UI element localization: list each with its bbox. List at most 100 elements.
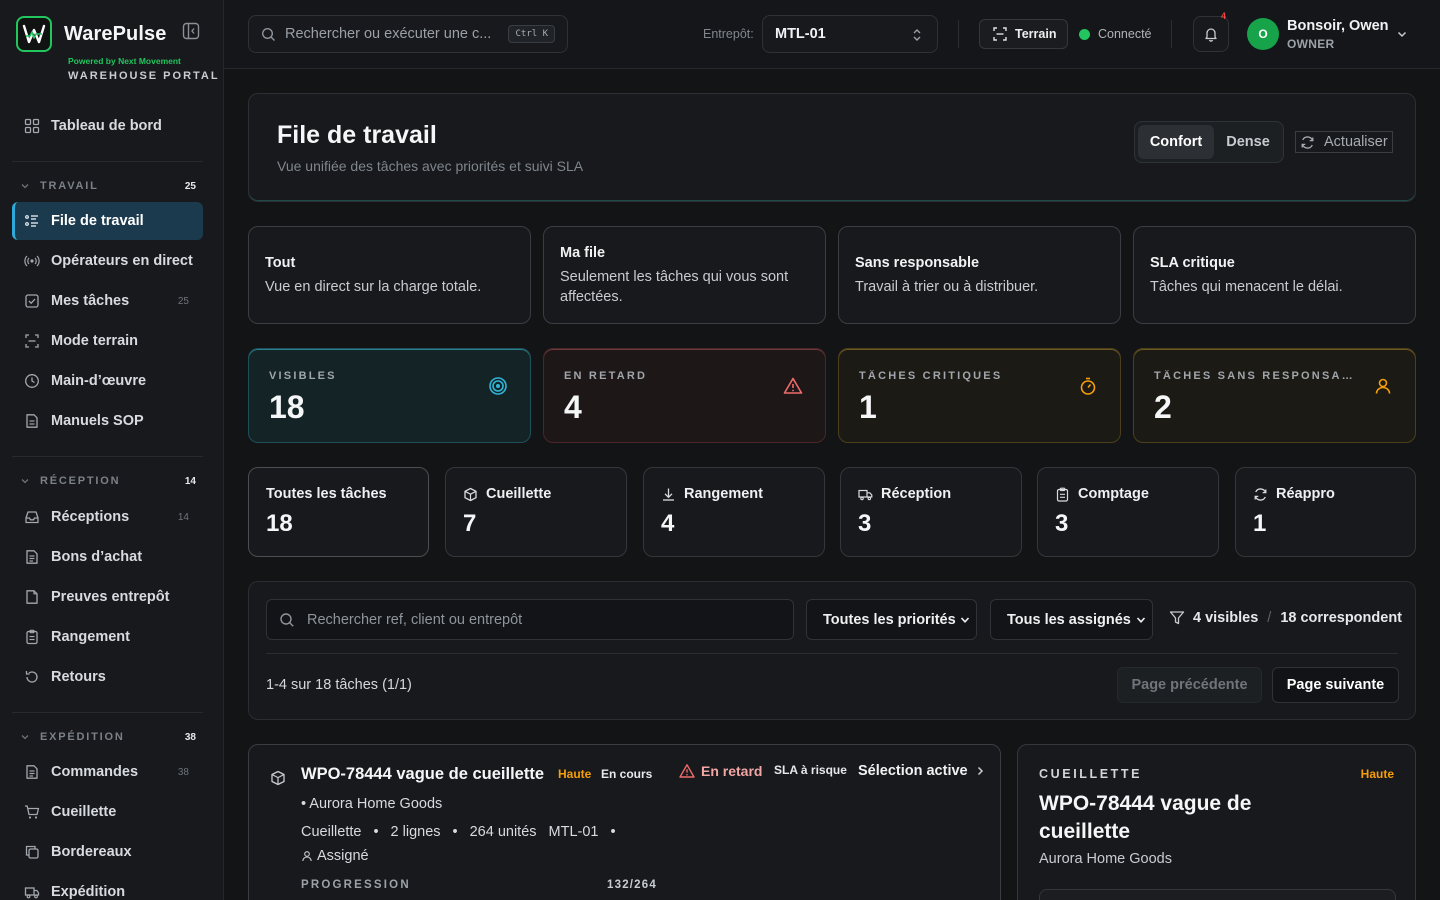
task-client: • Aurora Home Goods [301,796,443,812]
sidebar-item-label: Commandes [51,764,139,780]
refresh-button[interactable]: Actualiser [1295,131,1393,153]
type-card-label-text: Cueillette [486,486,552,502]
sidebar-item-label: Main-d’œuvre [51,373,147,389]
target-icon [488,376,508,396]
priority-select[interactable]: Toutes les priorités [806,599,977,640]
notifications-button[interactable]: 4 [1193,11,1229,52]
type-card-counting[interactable]: Comptage 3 [1037,467,1219,557]
nav-group-travail[interactable]: TRAVAIL 25 [20,180,196,192]
visible-count-text: 4 visibles [1193,610,1259,626]
sidebar-item-waybills[interactable]: Bordereaux [12,833,203,871]
task-card[interactable]: WPO-78444 vague de cueillette Haute En c… [248,744,1001,900]
type-card-value: 4 [661,510,675,537]
type-card-replenish[interactable]: Réappro 1 [1235,467,1416,557]
nav-group-expedition[interactable]: EXPÉDITION 38 [20,731,196,743]
user-greeting[interactable]: Bonsoir, Owen [1287,18,1389,34]
sidebar-item-proofs[interactable]: Preuves entrepôt [12,578,203,616]
sidebar-item-my-tasks[interactable]: Mes tâches 25 [12,282,203,320]
chevron-down-icon[interactable] [1396,28,1408,40]
terrain-label: Terrain [1015,27,1057,41]
density-comfort-button[interactable]: Confort [1138,125,1214,159]
view-card-unassigned[interactable]: Sans responsable Travail à trier ou à di… [838,226,1121,324]
sidebar-item-putaway[interactable]: Rangement [12,618,203,656]
view-card-description: Tâches qui menacent le délai. [1150,279,1343,295]
sidebar-item-work-queue[interactable]: File de travail [12,202,203,240]
sidebar-item-dashboard[interactable]: Tableau de bord [12,107,203,145]
sidebar-item-shipping[interactable]: Expédition [12,873,203,900]
warehouse-select[interactable]: MTL-01 [762,15,938,53]
density-dense-button[interactable]: Dense [1215,125,1281,159]
sidebar-item-sop[interactable]: Manuels SOP [12,402,203,440]
broadcast-icon [24,253,40,269]
document-icon [24,413,40,429]
sidebar-item-label: Retours [51,669,106,685]
refresh-label: Actualiser [1324,134,1388,150]
sidebar-item-label: Mode terrain [51,333,139,349]
active-selection-link[interactable]: Sélection active [858,763,986,779]
type-card-picking[interactable]: Cueillette 7 [445,467,627,557]
task-detail-panel: CUEILLETTE Haute WPO-78444 vague de cuei… [1017,744,1416,900]
sidebar-item-picking[interactable]: Cueillette [12,793,203,831]
avatar[interactable]: O [1247,18,1279,50]
sidebar-item-field-mode[interactable]: Mode terrain [12,322,203,360]
alert-triangle-icon [679,763,695,779]
type-card-label-text: Rangement [684,486,763,502]
box-icon [270,770,286,786]
terrain-button[interactable]: Terrain [979,19,1068,49]
nav-group-reception[interactable]: RÉCEPTION 14 [20,475,196,487]
box-icon [463,487,478,502]
clipboard-icon [1055,487,1070,502]
sidebar-item-count: 14 [177,511,189,523]
view-card-title: Ma file [560,245,606,261]
scan-icon [992,26,1008,42]
kpi-unassigned[interactable]: TÂCHES SANS RESPONSAB... 2 [1133,348,1416,443]
sidebar-item-orders[interactable]: Commandes 38 [12,753,203,791]
inbox-icon [24,509,40,525]
next-page-button[interactable]: Page suivante [1272,667,1399,703]
user-icon [1373,376,1393,396]
user-role: OWNER [1287,37,1335,51]
brand[interactable]: WarePulse [16,16,166,52]
type-card-putaway[interactable]: Rangement 4 [643,467,825,557]
sidebar-item-label: File de travail [51,213,144,229]
view-card-sla-critical[interactable]: SLA critique Tâches qui menacent le déla… [1133,226,1416,324]
sidebar-item-receptions[interactable]: Réceptions 14 [12,498,203,536]
view-card-all[interactable]: Tout Vue en direct sur la charge totale. [248,226,531,324]
sidebar-item-returns[interactable]: Retours [12,658,203,696]
warehouse-label: Entrepôt: [703,27,754,41]
clipboard-icon [24,629,40,645]
kpi-critical[interactable]: TÂCHES CRITIQUES 1 [838,348,1121,443]
previous-page-button[interactable]: Page précédente [1117,667,1262,703]
task-title[interactable]: WPO-78444 vague de cueillette [301,765,544,784]
sidebar-item-label: Mes tâches [51,293,130,309]
type-card-label: Toutes les tâches [266,486,387,502]
sidebar-collapse-icon[interactable] [182,22,200,40]
kpi-late[interactable]: EN RETARD 4 [543,348,826,443]
type-card-label-text: Comptage [1078,486,1149,502]
notification-badge: 4 [1220,11,1226,21]
page-subtitle: Vue unifiée des tâches avec priorités et… [277,158,584,174]
warepulse-logo [16,16,52,52]
chevron-down-icon [20,181,30,191]
kpi-visible[interactable]: VISIBLES 18 [248,348,531,443]
task-search-input[interactable]: Rechercher ref, client ou entrepôt [266,599,794,640]
sidebar-item-label: Réceptions [51,509,130,525]
scan-icon [24,333,40,349]
type-card-all[interactable]: Toutes les tâches 18 [248,467,429,557]
nav-divider [12,712,203,713]
type-card-reception[interactable]: Réception 3 [840,467,1022,557]
rotate-ccw-icon [24,669,40,685]
download-icon [661,487,676,502]
sidebar-item-label: Tableau de bord [51,118,162,134]
sidebar-item-labor[interactable]: Main-d’œuvre [12,362,203,400]
truck-icon [24,884,40,900]
filter-divider [266,653,1398,654]
sidebar-item-purchase-orders[interactable]: Bons d’achat [12,538,203,576]
view-card-my-queue[interactable]: Ma file Seulement les tâches qui vous so… [543,226,826,324]
command-search-input[interactable]: Rechercher ou exécuter une c... Ctrl K [248,15,568,53]
assignee-select[interactable]: Tous les assignés [990,599,1153,640]
view-card-title: SLA critique [1150,255,1235,271]
sidebar-item-live-operators[interactable]: Opérateurs en direct [12,242,203,280]
late-badge: En retard [679,763,762,779]
task-assignee-label: Assigné [317,848,369,864]
